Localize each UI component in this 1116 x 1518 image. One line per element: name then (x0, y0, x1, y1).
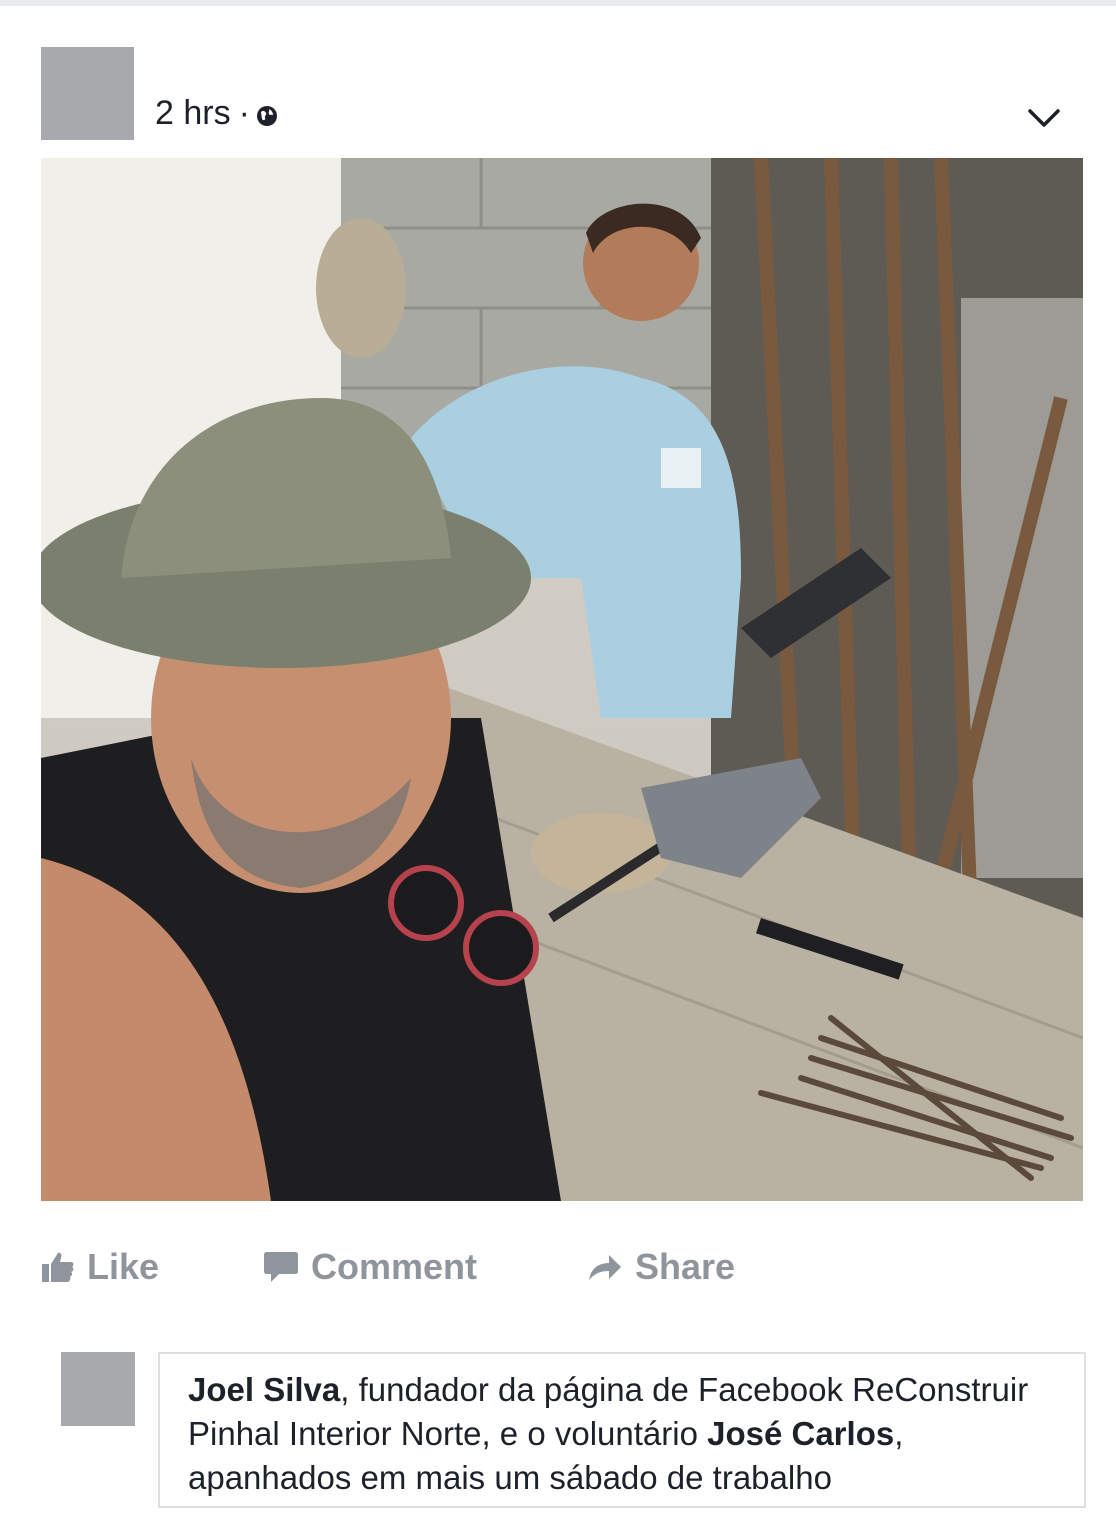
like-label: Like (87, 1246, 160, 1287)
post-actions: Like Comment Share (41, 1246, 1081, 1296)
comment-caption: Joel Silva, fundador da página de Facebo… (158, 1352, 1086, 1508)
thumbs-up-icon (42, 1252, 74, 1282)
comment-name-1[interactable]: Joel Silva (188, 1371, 340, 1408)
meta-separator: · (238, 94, 250, 132)
chevron-down-icon[interactable] (1026, 106, 1062, 130)
avatar[interactable] (41, 47, 134, 140)
like-button[interactable]: Like (41, 1246, 159, 1288)
share-arrow-icon (589, 1255, 621, 1280)
share-button[interactable]: Share (587, 1246, 735, 1288)
post-meta: 2 hrs · (155, 94, 278, 133)
globe-icon (256, 105, 277, 126)
post-photo[interactable] (41, 158, 1083, 1201)
post-card: 2 hrs · Like Comment Share Joel Silva, f… (0, 6, 1116, 1518)
comment-bubble-icon (264, 1252, 298, 1282)
commenter-avatar[interactable] (61, 1352, 135, 1426)
post-timestamp[interactable]: 2 hrs (155, 94, 231, 133)
comment-button[interactable]: Comment (263, 1246, 477, 1288)
share-label: Share (635, 1246, 736, 1287)
photo-illustration (41, 158, 1083, 1201)
comment-name-2[interactable]: José Carlos (707, 1415, 894, 1452)
comment-label: Comment (311, 1246, 478, 1287)
